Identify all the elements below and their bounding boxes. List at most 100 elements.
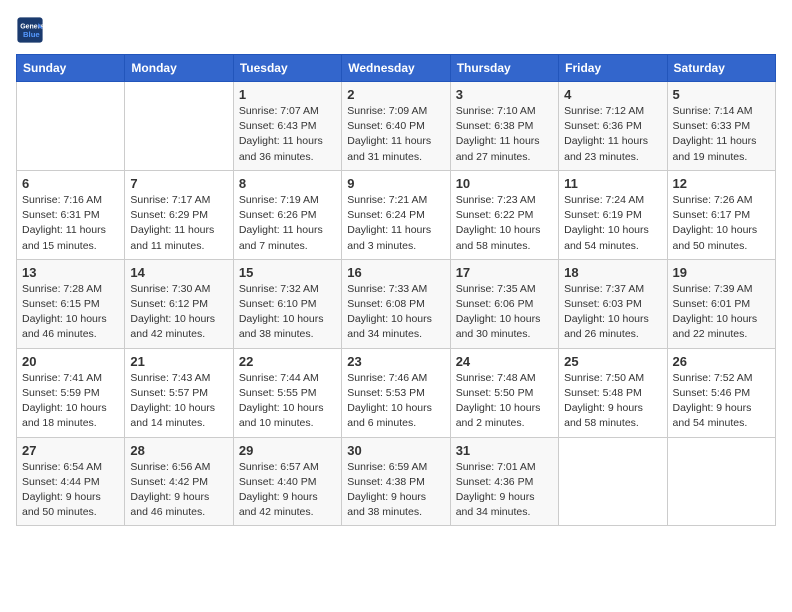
day-info: Sunrise: 7:09 AM Sunset: 6:40 PM Dayligh… (347, 104, 444, 165)
day-cell: 24 Sunrise: 7:48 AM Sunset: 5:50 PM Dayli… (450, 348, 558, 437)
day-info: Sunrise: 7:23 AM Sunset: 6:22 PM Dayligh… (456, 193, 553, 254)
day-cell: 7 Sunrise: 7:17 AM Sunset: 6:29 PM Daylig… (125, 170, 233, 259)
day-info: Sunrise: 7:33 AM Sunset: 6:08 PM Dayligh… (347, 282, 444, 343)
day-number: 4 (564, 87, 661, 102)
day-info: Sunrise: 7:52 AM Sunset: 5:46 PM Dayligh… (673, 371, 770, 432)
col-header-tuesday: Tuesday (233, 55, 341, 82)
day-cell: 1 Sunrise: 7:07 AM Sunset: 6:43 PM Daylig… (233, 82, 341, 171)
day-info: Sunrise: 7:07 AM Sunset: 6:43 PM Dayligh… (239, 104, 336, 165)
day-number: 24 (456, 354, 553, 369)
day-number: 13 (22, 265, 119, 280)
day-cell (125, 82, 233, 171)
day-cell: 13 Sunrise: 7:28 AM Sunset: 6:15 PM Dayli… (17, 259, 125, 348)
day-info: Sunrise: 7:50 AM Sunset: 5:48 PM Dayligh… (564, 371, 661, 432)
logo-icon: General Blue (16, 16, 44, 44)
day-info: Sunrise: 6:54 AM Sunset: 4:44 PM Dayligh… (22, 460, 119, 521)
week-row-5: 27 Sunrise: 6:54 AM Sunset: 4:44 PM Dayli… (17, 437, 776, 526)
day-number: 29 (239, 443, 336, 458)
day-info: Sunrise: 7:39 AM Sunset: 6:01 PM Dayligh… (673, 282, 770, 343)
day-cell: 21Sunrise: 7:43 AM Sunset: 5:57 PM Dayli… (125, 348, 233, 437)
day-number: 26 (673, 354, 770, 369)
day-cell: 25 Sunrise: 7:50 AM Sunset: 5:48 PM Dayli… (559, 348, 667, 437)
day-number: 17 (456, 265, 553, 280)
logo: General Blue (16, 16, 48, 44)
day-number: 6 (22, 176, 119, 191)
day-number: 27 (22, 443, 119, 458)
day-number: 25 (564, 354, 661, 369)
day-cell: 17 Sunrise: 7:35 AM Sunset: 6:06 PM Dayli… (450, 259, 558, 348)
week-row-2: 6 Sunrise: 7:16 AM Sunset: 6:31 PM Daylig… (17, 170, 776, 259)
day-info: Sunrise: 7:30 AM Sunset: 6:12 PM Dayligh… (130, 282, 227, 343)
day-number: 12 (673, 176, 770, 191)
day-number: 10 (456, 176, 553, 191)
day-number: 21 (130, 354, 227, 369)
day-cell: 18 Sunrise: 7:37 AM Sunset: 6:03 PM Dayli… (559, 259, 667, 348)
day-cell: 12 Sunrise: 7:26 AM Sunset: 6:17 PM Dayli… (667, 170, 775, 259)
day-cell: 16 Sunrise: 7:33 AM Sunset: 6:08 PM Dayli… (342, 259, 450, 348)
day-cell: 27 Sunrise: 6:54 AM Sunset: 4:44 PM Dayli… (17, 437, 125, 526)
day-info: Sunrise: 7:35 AM Sunset: 6:06 PM Dayligh… (456, 282, 553, 343)
day-number: 28 (130, 443, 227, 458)
day-info: Sunrise: 7:32 AM Sunset: 6:10 PM Dayligh… (239, 282, 336, 343)
day-number: 15 (239, 265, 336, 280)
day-cell: 11Sunrise: 7:24 AM Sunset: 6:19 PM Dayli… (559, 170, 667, 259)
day-number: 30 (347, 443, 444, 458)
day-number: 23 (347, 354, 444, 369)
day-cell: 22Sunrise: 7:44 AM Sunset: 5:55 PM Dayli… (233, 348, 341, 437)
day-info: Sunrise: 7:41 AM Sunset: 5:59 PM Dayligh… (22, 371, 119, 432)
col-header-friday: Friday (559, 55, 667, 82)
day-number: 9 (347, 176, 444, 191)
col-header-saturday: Saturday (667, 55, 775, 82)
day-info: Sunrise: 7:16 AM Sunset: 6:31 PM Dayligh… (22, 193, 119, 254)
day-cell: 3 Sunrise: 7:10 AM Sunset: 6:38 PM Daylig… (450, 82, 558, 171)
day-number: 3 (456, 87, 553, 102)
day-number: 1 (239, 87, 336, 102)
day-number: 2 (347, 87, 444, 102)
day-cell: 8 Sunrise: 7:19 AM Sunset: 6:26 PM Daylig… (233, 170, 341, 259)
day-cell: 23 Sunrise: 7:46 AM Sunset: 5:53 PM Dayli… (342, 348, 450, 437)
week-row-4: 20 Sunrise: 7:41 AM Sunset: 5:59 PM Dayli… (17, 348, 776, 437)
day-info: Sunrise: 7:37 AM Sunset: 6:03 PM Dayligh… (564, 282, 661, 343)
day-cell: 14Sunrise: 7:30 AM Sunset: 6:12 PM Dayli… (125, 259, 233, 348)
svg-text:Blue: Blue (23, 30, 40, 39)
day-cell: 19 Sunrise: 7:39 AM Sunset: 6:01 PM Dayli… (667, 259, 775, 348)
day-info: Sunrise: 7:19 AM Sunset: 6:26 PM Dayligh… (239, 193, 336, 254)
calendar-header-row: SundayMondayTuesdayWednesdayThursdayFrid… (17, 55, 776, 82)
day-cell: 15 Sunrise: 7:32 AM Sunset: 6:10 PM Dayli… (233, 259, 341, 348)
day-info: Sunrise: 7:28 AM Sunset: 6:15 PM Dayligh… (22, 282, 119, 343)
col-header-thursday: Thursday (450, 55, 558, 82)
day-cell: 28Sunrise: 6:56 AM Sunset: 4:42 PM Dayli… (125, 437, 233, 526)
page-header: General Blue (16, 16, 776, 44)
day-info: Sunrise: 7:44 AM Sunset: 5:55 PM Dayligh… (239, 371, 336, 432)
col-header-wednesday: Wednesday (342, 55, 450, 82)
day-number: 8 (239, 176, 336, 191)
col-header-monday: Monday (125, 55, 233, 82)
day-number: 7 (130, 176, 227, 191)
day-number: 19 (673, 265, 770, 280)
day-info: Sunrise: 6:57 AM Sunset: 4:40 PM Dayligh… (239, 460, 336, 521)
week-row-3: 13 Sunrise: 7:28 AM Sunset: 6:15 PM Dayli… (17, 259, 776, 348)
day-info: Sunrise: 7:26 AM Sunset: 6:17 PM Dayligh… (673, 193, 770, 254)
day-cell: 6 Sunrise: 7:16 AM Sunset: 6:31 PM Daylig… (17, 170, 125, 259)
day-info: Sunrise: 7:17 AM Sunset: 6:29 PM Dayligh… (130, 193, 227, 254)
day-number: 16 (347, 265, 444, 280)
day-cell: 26 Sunrise: 7:52 AM Sunset: 5:46 PM Dayli… (667, 348, 775, 437)
calendar-table: SundayMondayTuesdayWednesdayThursdayFrid… (16, 54, 776, 526)
day-info: Sunrise: 7:48 AM Sunset: 5:50 PM Dayligh… (456, 371, 553, 432)
day-cell: 10 Sunrise: 7:23 AM Sunset: 6:22 PM Dayli… (450, 170, 558, 259)
day-info: Sunrise: 7:46 AM Sunset: 5:53 PM Dayligh… (347, 371, 444, 432)
day-cell: 2 Sunrise: 7:09 AM Sunset: 6:40 PM Daylig… (342, 82, 450, 171)
day-info: Sunrise: 7:24 AM Sunset: 6:19 PM Dayligh… (564, 193, 661, 254)
day-cell: 29 Sunrise: 6:57 AM Sunset: 4:40 PM Dayli… (233, 437, 341, 526)
day-cell (667, 437, 775, 526)
day-info: Sunrise: 7:10 AM Sunset: 6:38 PM Dayligh… (456, 104, 553, 165)
day-number: 18 (564, 265, 661, 280)
day-info: Sunrise: 7:01 AM Sunset: 4:36 PM Dayligh… (456, 460, 553, 521)
day-info: Sunrise: 7:21 AM Sunset: 6:24 PM Dayligh… (347, 193, 444, 254)
day-cell: 20 Sunrise: 7:41 AM Sunset: 5:59 PM Dayli… (17, 348, 125, 437)
day-cell: 5Sunrise: 7:14 AM Sunset: 6:33 PM Daylig… (667, 82, 775, 171)
day-number: 20 (22, 354, 119, 369)
day-info: Sunrise: 6:59 AM Sunset: 4:38 PM Dayligh… (347, 460, 444, 521)
day-cell: 4Sunrise: 7:12 AM Sunset: 6:36 PM Daylig… (559, 82, 667, 171)
day-info: Sunrise: 7:14 AM Sunset: 6:33 PM Dayligh… (673, 104, 770, 165)
